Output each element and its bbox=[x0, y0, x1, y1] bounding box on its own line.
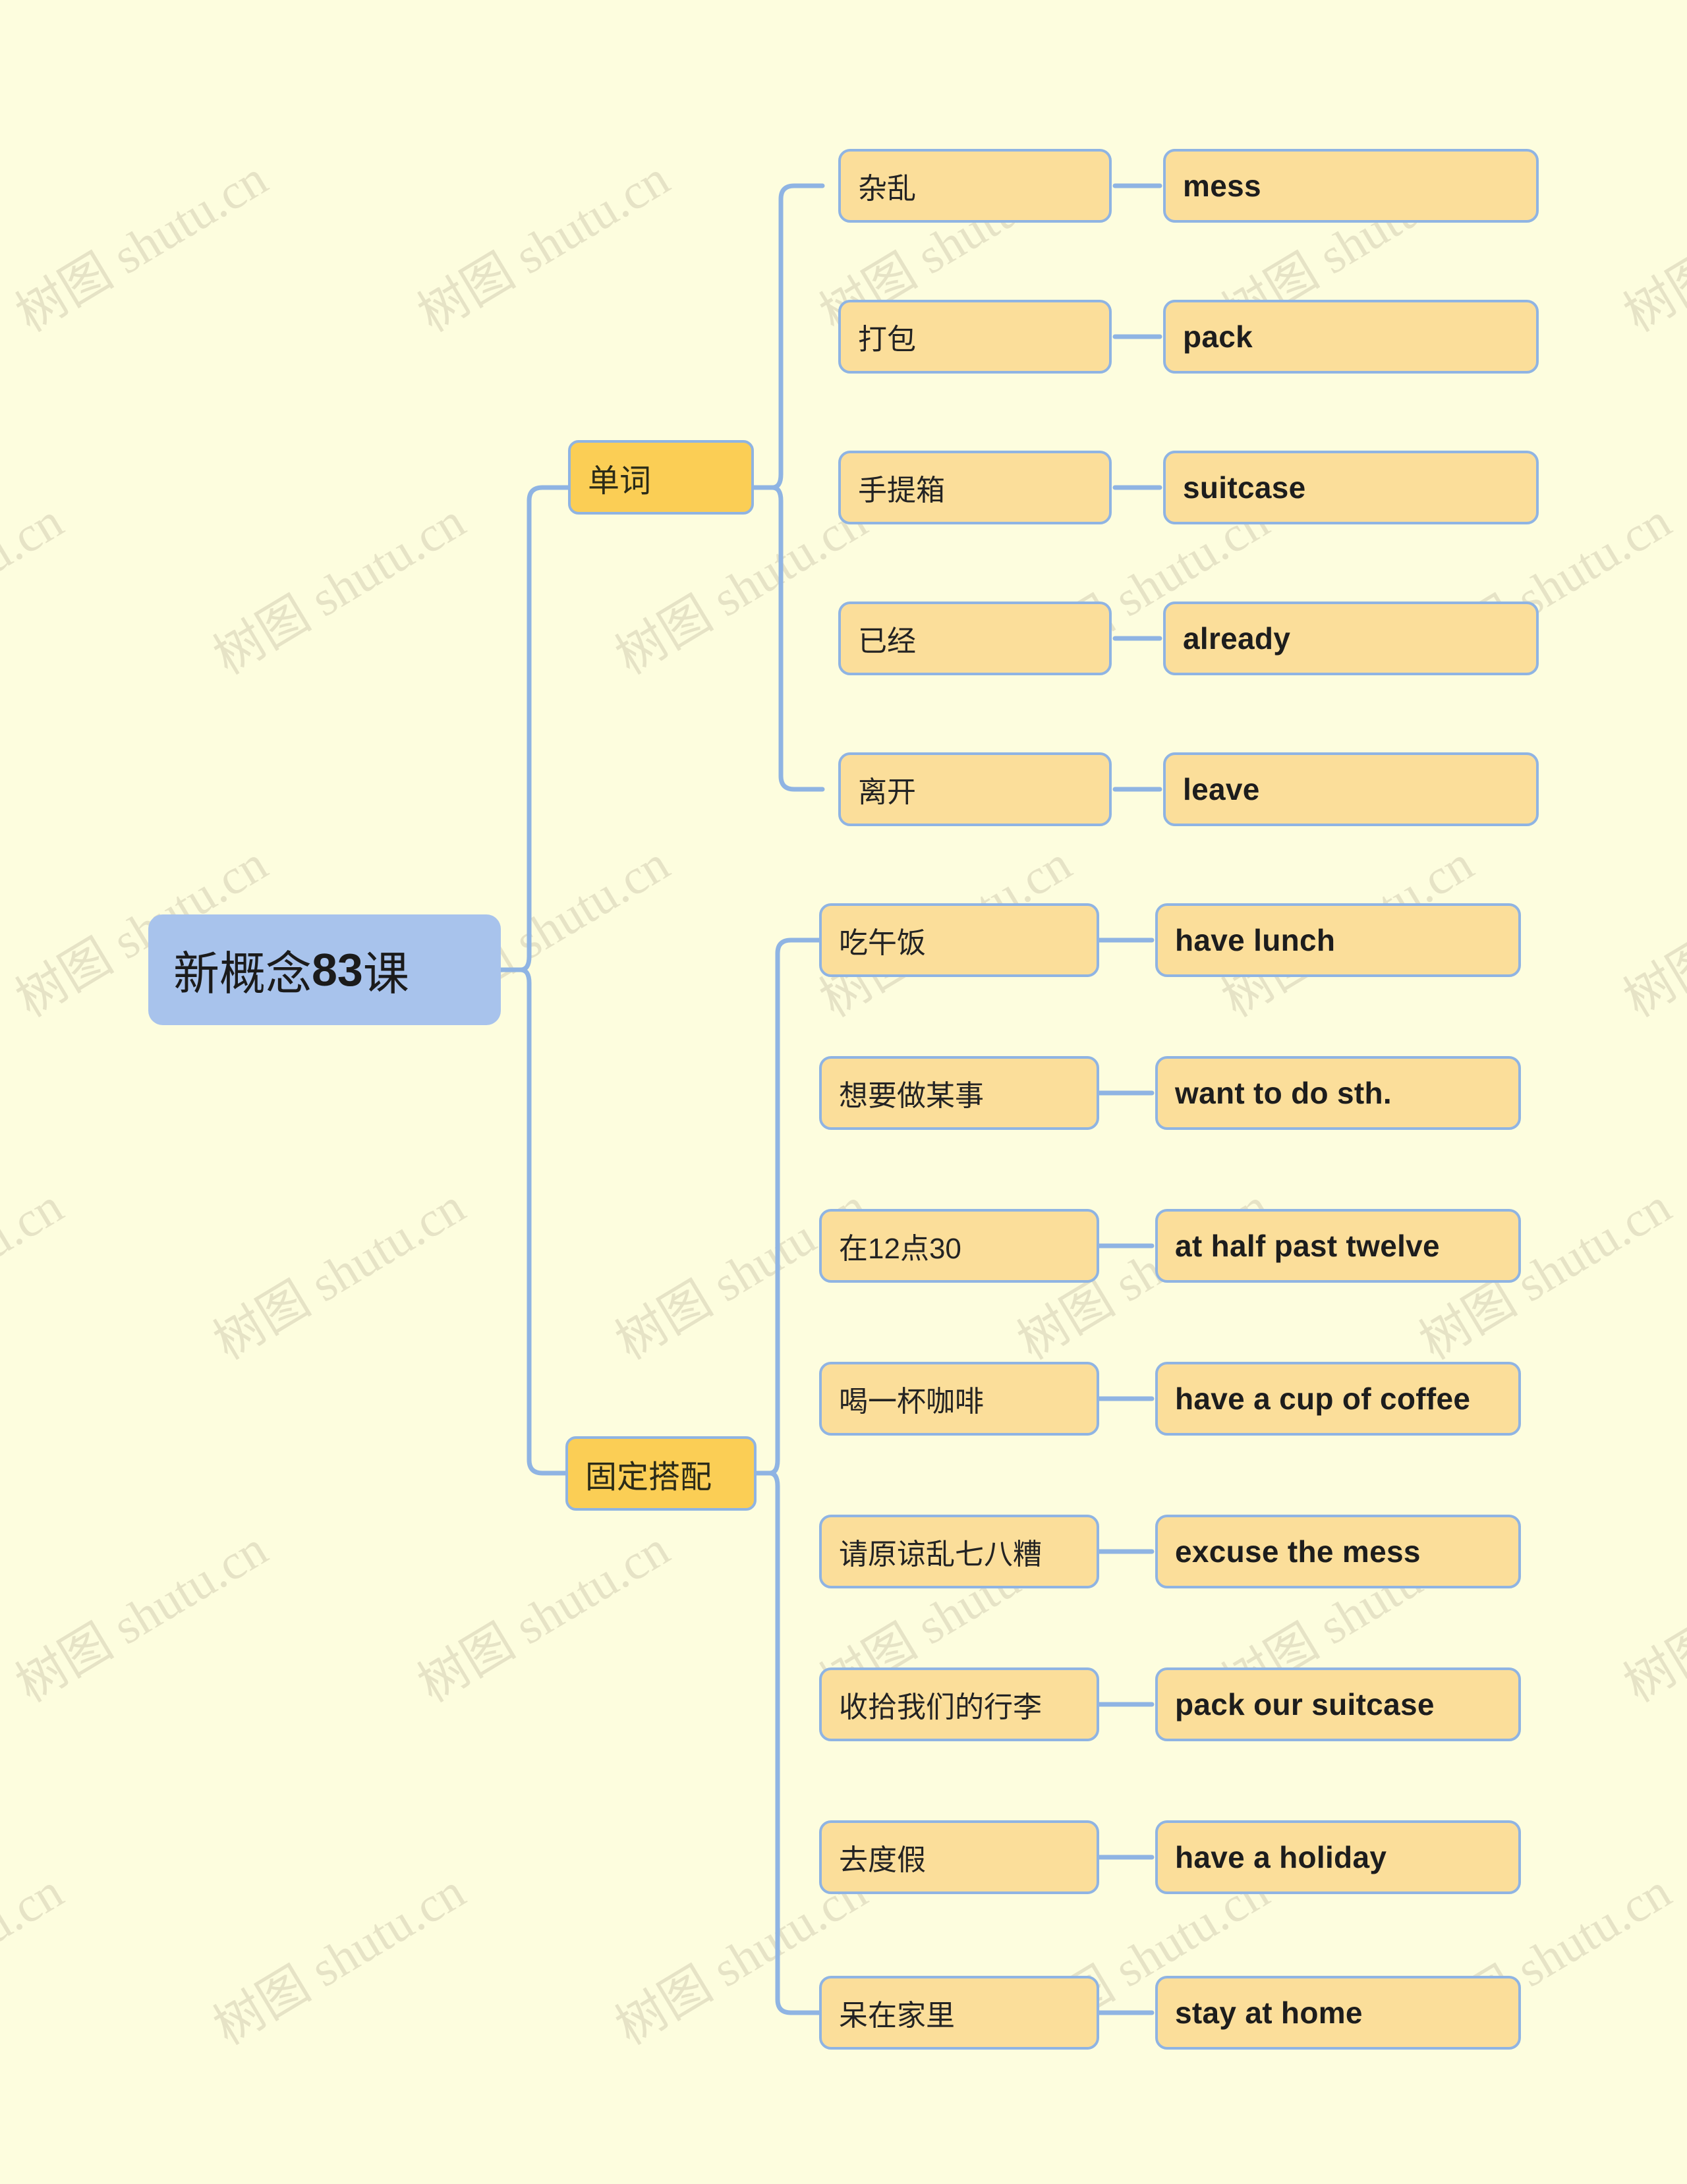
branch-label: 固定搭配 bbox=[585, 1459, 712, 1495]
connector-phrases-spine-up bbox=[767, 938, 822, 1476]
leaf-label: want to do sth. bbox=[1175, 1076, 1392, 1110]
root-label-prefix: 新概念 bbox=[173, 947, 312, 999]
leaf-cn-phrase-0[interactable]: 吃午饭 bbox=[819, 903, 1099, 977]
leaf-label: suitcase bbox=[1183, 470, 1306, 505]
leaf-label: 呆在家里 bbox=[839, 2000, 955, 2032]
connector-phrases-spine-down bbox=[767, 1470, 822, 2015]
root-label-suffix: 课 bbox=[362, 947, 409, 999]
root-label-number: 83 bbox=[312, 944, 363, 995]
leaf-cn-phrase-4[interactable]: 请原谅乱七八糟 bbox=[819, 1515, 1099, 1588]
connector-root-to-phrases bbox=[518, 967, 568, 1476]
leaf-label: 想要做某事 bbox=[839, 1080, 984, 1112]
leaf-en-word-0[interactable]: mess bbox=[1163, 149, 1539, 223]
leaf-label: pack our suitcase bbox=[1175, 1687, 1435, 1722]
leaf-en-word-1[interactable]: pack bbox=[1163, 300, 1539, 374]
leaf-cn-word-3[interactable]: 已经 bbox=[838, 602, 1112, 675]
leaf-label: leave bbox=[1183, 772, 1260, 806]
leaf-cn-phrase-7[interactable]: 呆在家里 bbox=[819, 1976, 1099, 2050]
leaf-cn-phrase-2[interactable]: 在12点30 bbox=[819, 1209, 1099, 1283]
leaf-en-phrase-6[interactable]: have a holiday bbox=[1155, 1820, 1521, 1894]
connector-words-spine bbox=[770, 183, 825, 490]
leaf-cn-phrase-1[interactable]: 想要做某事 bbox=[819, 1056, 1099, 1130]
leaf-cn-phrase-6[interactable]: 去度假 bbox=[819, 1820, 1099, 1894]
leaf-label: have lunch bbox=[1175, 923, 1336, 957]
root-node[interactable]: 新概念 83 课 bbox=[148, 914, 501, 1025]
leaf-label: 打包 bbox=[858, 323, 916, 356]
leaf-label: 请原谅乱七八糟 bbox=[839, 1538, 1042, 1571]
leaf-label: 离开 bbox=[858, 776, 916, 808]
leaf-en-word-2[interactable]: suitcase bbox=[1163, 451, 1539, 524]
leaf-en-phrase-0[interactable]: have lunch bbox=[1155, 903, 1521, 977]
leaf-label: 吃午饭 bbox=[839, 927, 926, 959]
leaf-label: have a cup of coffee bbox=[1175, 1382, 1471, 1416]
connector-root-to-words bbox=[518, 485, 573, 972]
leaf-label: 收拾我们的行李 bbox=[839, 1691, 1042, 1723]
branch-label: 单词 bbox=[588, 463, 652, 499]
mindmap-canvas: 树图 shutu.cn 树图 shutu.cn 树图 shutu.cn 树图 shut… bbox=[0, 0, 1687, 2184]
leaf-en-word-4[interactable]: leave bbox=[1163, 752, 1539, 826]
leaf-cn-word-1[interactable]: 打包 bbox=[838, 300, 1112, 374]
leaf-en-phrase-2[interactable]: at half past twelve bbox=[1155, 1209, 1521, 1283]
leaf-label: at half past twelve bbox=[1175, 1229, 1440, 1263]
leaf-cn-phrase-5[interactable]: 收拾我们的行李 bbox=[819, 1667, 1099, 1741]
leaf-cn-phrase-3[interactable]: 喝一杯咖啡 bbox=[819, 1362, 1099, 1436]
leaf-label: 在12点30 bbox=[839, 1233, 961, 1265]
leaf-cn-word-2[interactable]: 手提箱 bbox=[838, 451, 1112, 524]
connector-words-spine-down bbox=[770, 485, 825, 792]
leaf-label: 手提箱 bbox=[858, 474, 945, 507]
leaf-label: stay at home bbox=[1175, 1996, 1363, 2030]
leaf-label: pack bbox=[1183, 320, 1253, 354]
leaf-label: already bbox=[1183, 621, 1291, 656]
leaf-en-phrase-1[interactable]: want to do sth. bbox=[1155, 1056, 1521, 1130]
leaf-en-word-3[interactable]: already bbox=[1163, 602, 1539, 675]
leaf-label: 杂乱 bbox=[858, 173, 916, 205]
leaf-label: 去度假 bbox=[839, 1844, 926, 1876]
leaf-label: 已经 bbox=[858, 625, 916, 658]
leaf-cn-word-4[interactable]: 离开 bbox=[838, 752, 1112, 826]
branch-node-phrases[interactable]: 固定搭配 bbox=[565, 1436, 757, 1511]
leaf-cn-word-0[interactable]: 杂乱 bbox=[838, 149, 1112, 223]
branch-node-words[interactable]: 单词 bbox=[568, 440, 754, 515]
leaf-label: mess bbox=[1183, 169, 1261, 203]
leaf-en-phrase-3[interactable]: have a cup of coffee bbox=[1155, 1362, 1521, 1436]
leaf-en-phrase-7[interactable]: stay at home bbox=[1155, 1976, 1521, 2050]
leaf-label: 喝一杯咖啡 bbox=[839, 1386, 984, 1418]
leaf-label: excuse the mess bbox=[1175, 1534, 1421, 1569]
leaf-en-phrase-5[interactable]: pack our suitcase bbox=[1155, 1667, 1521, 1741]
leaf-en-phrase-4[interactable]: excuse the mess bbox=[1155, 1515, 1521, 1588]
leaf-label: have a holiday bbox=[1175, 1840, 1387, 1874]
